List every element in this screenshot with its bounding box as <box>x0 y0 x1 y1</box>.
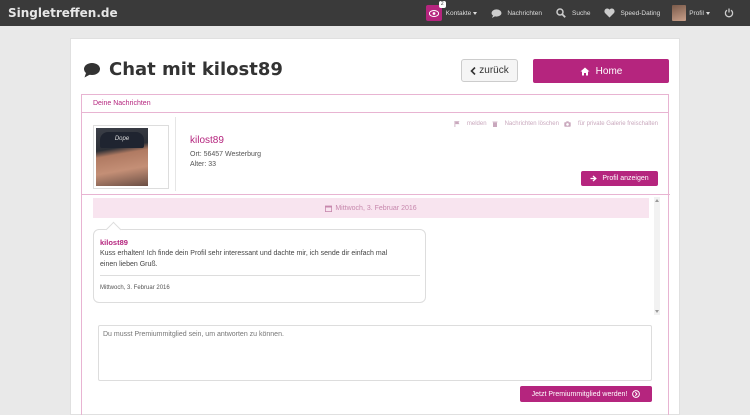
profile-name[interactable]: kilost89 <box>190 135 224 146</box>
nav-label-nachrichten: Nachrichten <box>507 9 542 17</box>
message-bubble: kilost89 Kuss erhalten! Ich finde dein P… <box>93 229 426 303</box>
home-icon <box>580 67 590 75</box>
kontakte-badge: 2 <box>438 1 446 8</box>
delete-messages-label: Nachrichten löschen <box>504 121 559 127</box>
nav-label-kontakte: Kontakte <box>445 9 472 17</box>
chevron-down-icon <box>706 11 710 15</box>
message-sender[interactable]: kilost89 <box>100 238 128 247</box>
premium-button-label: Jetzt Premiummitglied werden! <box>531 390 628 398</box>
vertical-divider <box>175 117 176 191</box>
message-date: Mittwoch, 3. Februar 2016 <box>100 285 170 291</box>
message-text: Kuss erhalten! Ich finde dein Profil seh… <box>100 250 388 268</box>
camera-icon <box>564 121 571 127</box>
profile-photo[interactable]: Dope <box>93 125 169 189</box>
logout-button[interactable] <box>722 0 740 26</box>
profile-age: Alter: 33 <box>190 161 217 168</box>
eye-icon: 2 <box>425 1 446 21</box>
horizontal-divider <box>82 194 670 195</box>
section-header: Deine Nachrichten <box>82 95 668 113</box>
nav-item-suche[interactable]: Suche <box>554 0 590 26</box>
scroll-down-icon[interactable] <box>655 310 659 313</box>
cap-print: Dope <box>100 132 144 148</box>
nav-item-nachrichten[interactable]: Nachrichten <box>489 0 542 26</box>
nav-item-profil[interactable]: Profil <box>672 0 710 26</box>
profile-image: Dope <box>96 128 148 186</box>
private-gallery-label: für private Galerie freischalten <box>577 121 658 127</box>
calendar-icon <box>325 205 333 212</box>
chevron-down-icon <box>473 11 478 15</box>
nav-menu: 2 Kontakte Nachrichten Suche Speed-Datin… <box>425 0 750 26</box>
heart-icon <box>602 6 616 20</box>
view-profile-label: Profil anzeigen <box>602 175 649 182</box>
premium-button[interactable]: Jetzt Premiummitglied werden! <box>520 386 652 402</box>
nav-item-kontakte[interactable]: 2 Kontakte <box>425 0 478 26</box>
chat-bubble-icon <box>489 6 503 20</box>
home-button[interactable]: Home <box>533 59 669 83</box>
nav-label-suche: Suche <box>572 9 591 17</box>
flag-icon <box>454 121 460 127</box>
report-link[interactable]: melden <box>454 121 487 127</box>
scroll-up-icon[interactable] <box>655 199 659 202</box>
view-profile-button[interactable]: Profil anzeigen <box>581 171 658 186</box>
main-panel: Chat mit kilost89 zurück Home Deine Nach… <box>70 38 680 415</box>
search-icon <box>554 6 568 20</box>
chat-bubble-icon <box>83 62 101 78</box>
back-button-label: zurück <box>479 65 509 76</box>
top-navbar: Singletreffen.de 2 Kontakte Nachrichten … <box>0 0 750 26</box>
back-button[interactable]: zurück <box>461 59 518 82</box>
private-gallery-link[interactable]: für private Galerie freischalten <box>564 121 658 127</box>
home-button-label: Home <box>595 65 623 77</box>
circle-arrow-right-icon <box>632 390 641 398</box>
trash-icon <box>492 121 498 127</box>
date-header-label: Mittwoch, 3. Februar 2016 <box>335 204 417 212</box>
page-title: Chat mit kilost89 <box>109 59 283 80</box>
power-icon <box>722 6 736 20</box>
profile-location: Ort: 56457 Westerburg <box>190 151 262 158</box>
message-scrollbar[interactable] <box>654 197 660 315</box>
profile-actions: melden Nachrichten löschen für private G… <box>449 121 658 127</box>
report-label: melden <box>466 121 487 127</box>
message-list[interactable]: Mittwoch, 3. Februar 2016 kilost89 Kuss … <box>93 198 651 314</box>
brand-logo[interactable]: Singletreffen.de <box>8 6 118 20</box>
reply-textarea[interactable] <box>98 325 652 381</box>
user-avatar <box>672 5 687 21</box>
date-header: Mittwoch, 3. Februar 2016 <box>93 198 649 218</box>
arrow-right-icon <box>590 175 598 182</box>
title-row: Chat mit kilost89 <box>83 59 283 80</box>
delete-messages-link[interactable]: Nachrichten löschen <box>492 121 559 127</box>
message-separator <box>100 275 420 276</box>
chevron-left-icon <box>470 66 476 75</box>
messages-section: Deine Nachrichten Dope kilost89 Ort: 564… <box>81 94 670 415</box>
nav-label-speed-dating: Speed-Dating <box>620 9 661 17</box>
nav-item-speed-dating[interactable]: Speed-Dating <box>602 0 660 26</box>
nav-label-profil: Profil <box>689 9 704 17</box>
